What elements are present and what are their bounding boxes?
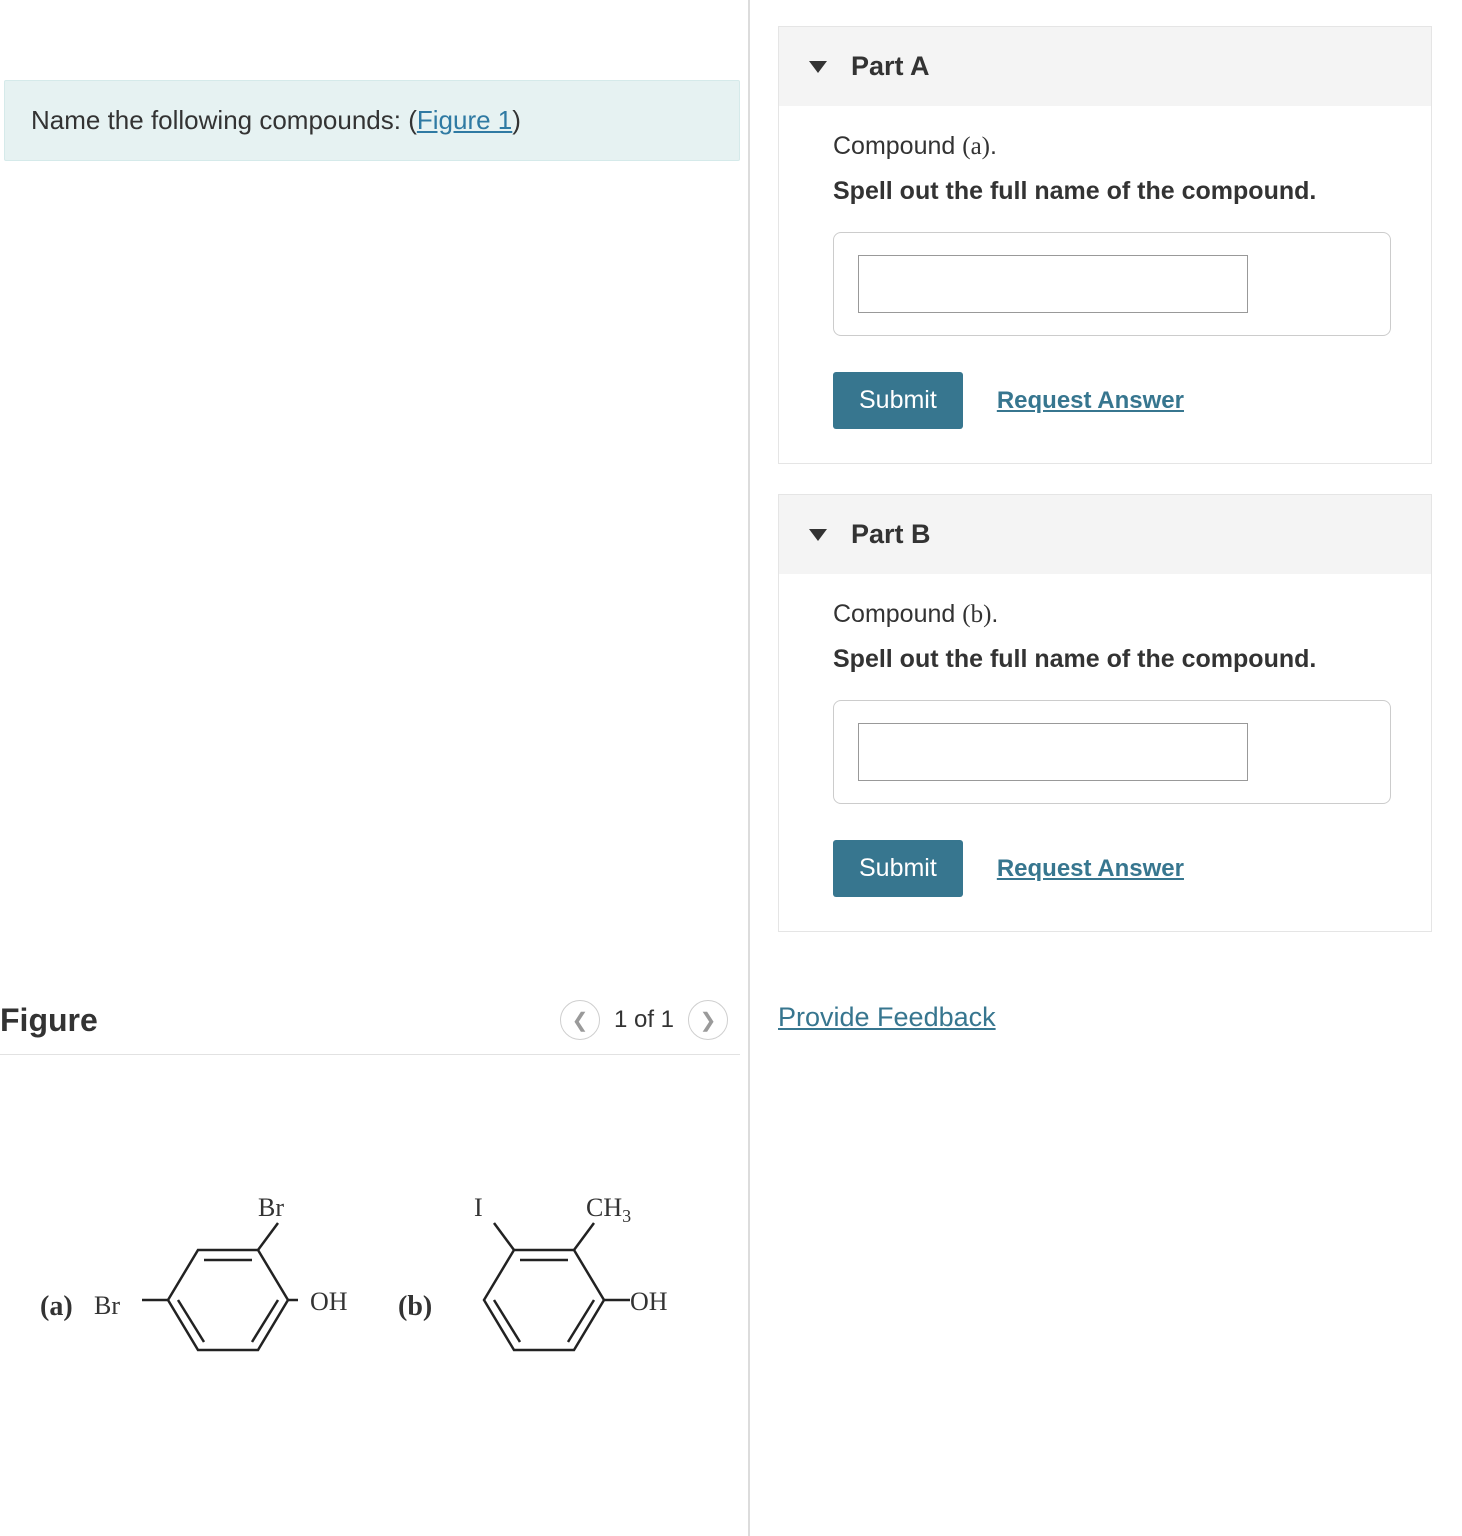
molecule-b-top-right-substituent: CH3: [586, 1193, 631, 1227]
molecule-b-label: (b): [398, 1291, 432, 1323]
part-b-submit-button[interactable]: Submit: [833, 840, 963, 897]
figure-panel: Figure ❮ 1 of 1 ❯ (a) Br: [0, 1000, 740, 1505]
molecule-b-right-substituent: OH: [630, 1287, 668, 1317]
part-a-title: Part A: [851, 51, 930, 82]
part-b-header[interactable]: Part B: [779, 494, 1431, 574]
chevron-down-icon: [809, 61, 827, 73]
pager-prev-button[interactable]: ❮: [560, 1000, 600, 1040]
part-b-answer-box: [833, 700, 1391, 804]
molecule-a-label: (a): [40, 1291, 73, 1323]
part-a: Part A Compound (a). Spell out the full …: [778, 26, 1432, 464]
part-b: Part B Compound (b). Spell out the full …: [778, 494, 1432, 932]
prompt-text-before: Name the following compounds: (: [31, 105, 417, 135]
part-b-title: Part B: [851, 519, 931, 550]
chevron-right-icon: ❯: [700, 1008, 717, 1033]
chevron-left-icon: ❮: [572, 1008, 589, 1033]
part-a-submit-button[interactable]: Submit: [833, 372, 963, 429]
figure-pager: ❮ 1 of 1 ❯: [560, 1000, 728, 1040]
vertical-divider: [748, 0, 750, 1536]
figure-link[interactable]: Figure 1: [417, 105, 512, 135]
part-a-answer-box: [833, 232, 1391, 336]
part-a-instruction: Spell out the full name of the compound.: [833, 177, 1391, 206]
molecule-b-ring: [444, 1215, 634, 1385]
figure-canvas: (a) Br Br OH (b): [0, 1145, 740, 1505]
molecule-a-right-substituent: OH: [310, 1287, 348, 1317]
molecule-a-ring: [128, 1215, 298, 1385]
prompt-text-after: ): [512, 105, 521, 135]
part-a-header[interactable]: Part A: [779, 26, 1431, 106]
part-b-compound-line: Compound (b).: [833, 600, 1391, 629]
molecule-b-top-left-substituent: I: [474, 1193, 483, 1223]
part-a-compound-line: Compound (a).: [833, 132, 1391, 161]
part-b-instruction: Spell out the full name of the compound.: [833, 645, 1391, 674]
part-b-request-answer-link[interactable]: Request Answer: [997, 855, 1184, 883]
part-b-answer-input[interactable]: [858, 723, 1248, 781]
part-a-request-answer-link[interactable]: Request Answer: [997, 387, 1184, 415]
molecule-a-top-substituent: Br: [258, 1193, 284, 1223]
figure-title: Figure: [0, 1002, 98, 1039]
provide-feedback-link[interactable]: Provide Feedback: [778, 1002, 996, 1033]
pager-next-button[interactable]: ❯: [688, 1000, 728, 1040]
molecule-a-left-substituent: Br: [94, 1291, 120, 1321]
part-a-answer-input[interactable]: [858, 255, 1248, 313]
chevron-down-icon: [809, 529, 827, 541]
question-prompt: Name the following compounds: (Figure 1): [4, 80, 740, 161]
pager-text: 1 of 1: [614, 1006, 674, 1034]
